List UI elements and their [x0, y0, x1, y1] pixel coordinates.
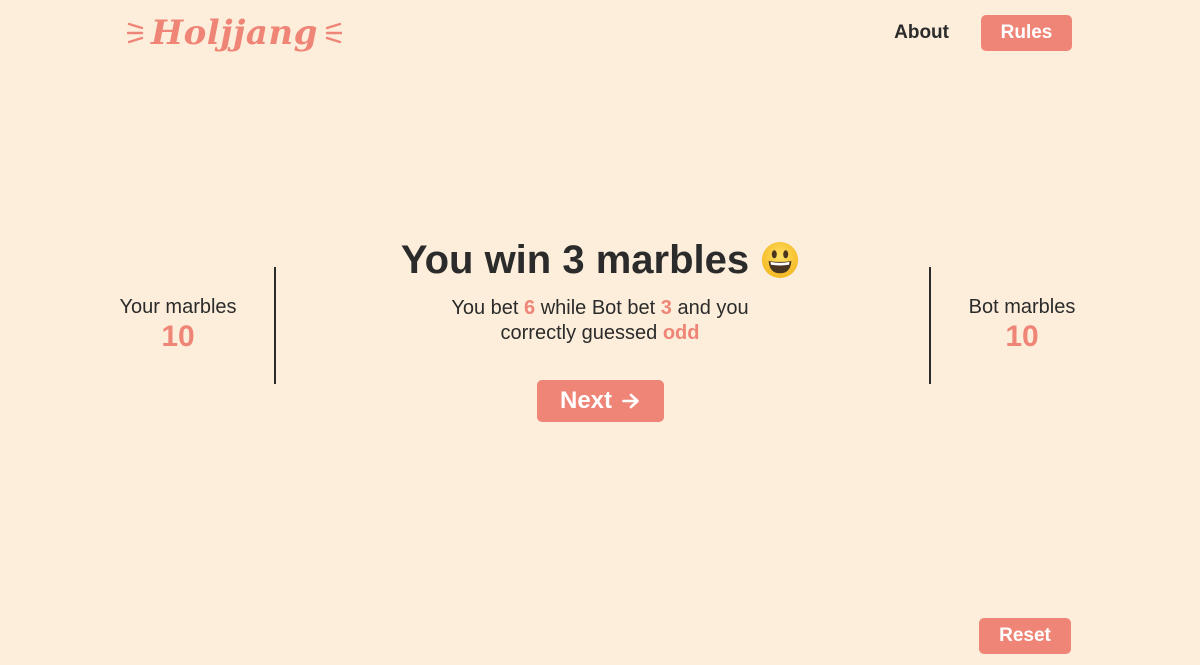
logo[interactable]: Holjjang [127, 8, 342, 58]
top-nav: About Rules [894, 15, 1072, 51]
next-button-label: Next [559, 387, 613, 414]
right-divider [929, 267, 931, 384]
grinning-face-icon [762, 241, 799, 279]
about-link[interactable]: About [894, 22, 949, 44]
left-divider [274, 267, 276, 384]
bot-marbles-count: 10 [1005, 320, 1039, 353]
round-result: You win 3 marbles You bet 6 while Bot be… [300, 233, 900, 422]
bot-marbles-label: Bot marbles [968, 296, 1076, 318]
reset-button[interactable]: Reset [979, 618, 1071, 654]
result-title: You win 3 marbles [401, 233, 799, 287]
logo-rays-left-icon [127, 22, 144, 44]
rules-button[interactable]: Rules [981, 15, 1072, 51]
bot-score: Bot marbles 10 [942, 295, 1102, 355]
bot-bet-value: 3 [660, 297, 672, 319]
result-detail: You bet 6 while Bot bet 3 and you correc… [430, 296, 770, 346]
detail-prefix: You bet [451, 297, 525, 319]
next-wrapper: Next [300, 380, 900, 422]
result-title-text: You win 3 marbles [400, 238, 750, 282]
arrow-right-icon [622, 393, 639, 409]
logo-text: Holjjang [151, 13, 318, 53]
player-score: Your marbles 10 [98, 295, 258, 355]
guess-value: odd [662, 322, 700, 344]
player-bet-value: 6 [524, 297, 536, 319]
player-marbles-count: 10 [161, 320, 195, 353]
player-marbles-label: Your marbles [119, 296, 237, 318]
detail-middle: while Bot bet [535, 297, 661, 319]
logo-rays-right-icon [325, 22, 342, 44]
next-button[interactable]: Next [536, 380, 664, 422]
